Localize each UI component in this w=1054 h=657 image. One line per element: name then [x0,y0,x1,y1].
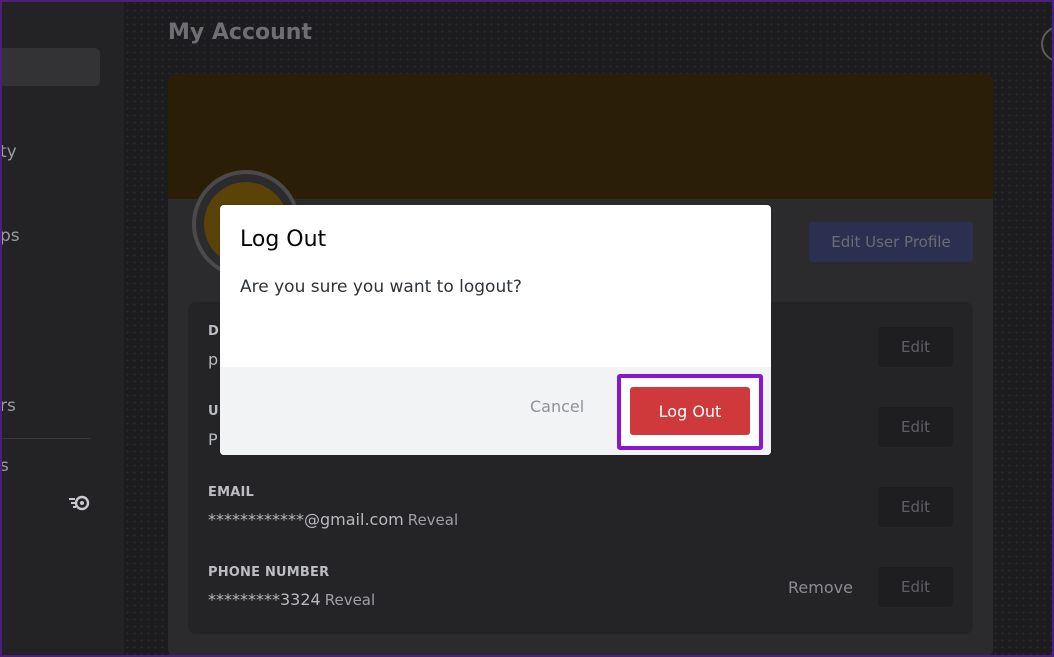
field-value-username: P [208,430,218,449]
field-label-email: EMAIL [208,485,254,500]
sidebar-selected-item[interactable] [0,48,100,86]
field-label-username: U [208,404,219,419]
modal-title: Log Out [240,227,327,252]
edit-user-profile-button[interactable]: Edit User Profile [809,222,973,262]
settings-sidebar: ty ps rs s [0,0,124,657]
sidebar-item-fragment[interactable]: ps [0,226,20,246]
field-label-phone: PHONE NUMBER [208,565,330,580]
modal-body-text: Are you sure you want to logout? [240,277,522,297]
edit-phone-button[interactable]: Edit [878,567,953,607]
field-value-display-name: p [208,350,219,369]
reveal-phone-link[interactable]: Reveal [325,591,375,609]
field-value-phone: *********3324 Reveal [208,590,375,609]
field-value-email: ************@gmail.com Reveal [208,510,458,529]
cancel-button[interactable]: Cancel [530,397,584,416]
edit-display-name-button[interactable]: Edit [878,327,953,367]
sidebar-item-fragment[interactable]: ty [0,142,17,162]
nitro-icon [69,495,90,511]
edit-email-button[interactable]: Edit [878,487,953,527]
edit-username-button[interactable]: Edit [878,407,953,447]
profile-banner [168,74,993,199]
field-label-display-name: D [208,324,219,339]
sidebar-item-fragment[interactable]: s [0,456,9,476]
page-title: My Account [168,20,312,45]
remove-phone-link[interactable]: Remove [788,578,853,597]
sidebar-divider [0,438,90,439]
sidebar-item-fragment[interactable]: rs [0,396,16,416]
confirm-logout-button[interactable]: Log Out [630,387,750,435]
phone-masked: *********3324 [208,590,321,609]
reveal-email-link[interactable]: Reveal [408,511,458,529]
email-masked: ************@gmail.com [208,510,404,529]
